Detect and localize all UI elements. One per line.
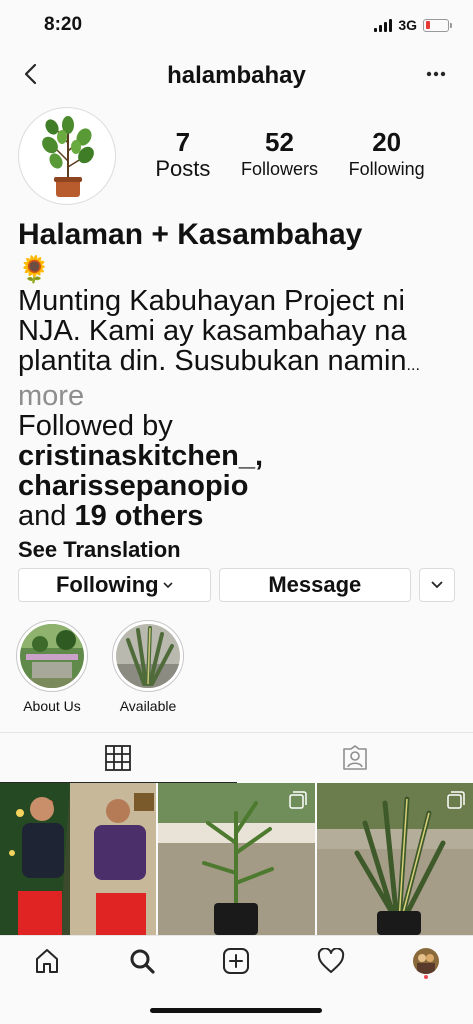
- bio-description: Munting Kabuhayan Project ni NJA. Kami a…: [18, 285, 407, 377]
- message-button-label: Message: [268, 572, 362, 597]
- bio-text: Munting Kabuhayan Project ni NJA. Kami a…: [18, 286, 458, 411]
- bio-more-link[interactable]: more: [18, 380, 84, 412]
- following-button[interactable]: Following: [18, 568, 211, 602]
- battery-fill: [425, 21, 430, 29]
- profile-bio: Halaman + Kasambahay 🌻 Munting Kabuhayan…: [18, 218, 458, 563]
- post-thumbnail[interactable]: [158, 783, 315, 935]
- chevron-down-icon: [431, 581, 443, 589]
- tagged-person-icon: [342, 744, 367, 770]
- add-post-icon: [223, 947, 250, 974]
- chevron-down-icon: [163, 581, 173, 588]
- status-time: 8:20: [44, 14, 83, 35]
- profile-header: halambahay: [0, 52, 473, 100]
- multiple-posts-icon: [288, 791, 307, 809]
- posts-grid: [0, 783, 473, 935]
- followed-by[interactable]: Followed by cristinaskitchen_, charissep…: [18, 411, 458, 531]
- post-thumbnail[interactable]: [0, 783, 157, 935]
- profile-avatar[interactable]: [18, 107, 116, 205]
- stat-posts[interactable]: 7 Posts: [155, 128, 210, 182]
- nav-new-post[interactable]: [216, 941, 256, 981]
- battery-icon: [423, 18, 452, 32]
- highlight-ring: [112, 620, 184, 692]
- highlight-label: Available: [119, 698, 177, 714]
- stat-following-label: Following: [348, 159, 425, 179]
- see-translation-link[interactable]: See Translation: [18, 537, 458, 563]
- tab-grid[interactable]: [0, 733, 237, 783]
- home-indicator: [150, 1008, 322, 1013]
- tab-tagged[interactable]: [237, 733, 473, 782]
- sunflower-emoji: 🌻: [18, 254, 51, 284]
- stat-following-count: 20: [372, 127, 402, 157]
- post-thumbnail[interactable]: [316, 783, 473, 935]
- bottom-navigation: [0, 935, 473, 985]
- search-icon: [130, 949, 155, 974]
- highlight-available[interactable]: Available: [110, 620, 186, 714]
- stat-followers-count: 52: [265, 127, 294, 157]
- highlight-about-us[interactable]: About Us: [14, 620, 90, 714]
- notification-dot: [423, 974, 428, 979]
- profile-stats: 7 Posts 52 Followers 20 Following: [140, 128, 440, 182]
- bio-ellipsis: ...: [406, 357, 420, 374]
- followed-users: cristinaskitchen_, charissepanopio: [18, 440, 263, 502]
- followed-by-prefix: Followed by: [18, 410, 173, 442]
- profile-tabs: [0, 732, 473, 783]
- highlight-cover-image: [116, 624, 180, 688]
- home-icon: [36, 948, 59, 973]
- profile-display-name: Halaman + Kasambahay: [18, 218, 363, 251]
- nav-search[interactable]: [122, 941, 162, 981]
- ellipsis-icon: [426, 71, 446, 77]
- highlight-label: About Us: [23, 698, 81, 714]
- stat-following[interactable]: 20 Following: [349, 128, 425, 182]
- potted-plant-image: [42, 116, 94, 197]
- multiple-posts-icon: [447, 791, 465, 809]
- nav-profile[interactable]: [406, 941, 446, 981]
- highlight-ring: [16, 620, 88, 692]
- following-button-label: Following: [55, 572, 159, 597]
- nav-home[interactable]: [27, 941, 67, 981]
- profile-thumbnail: [412, 947, 439, 974]
- heart-icon: [317, 947, 345, 973]
- grid-icon: [105, 744, 132, 771]
- network-label: 3G: [398, 17, 417, 33]
- story-highlights: About Us Available: [14, 620, 186, 714]
- status-icons: 3G: [374, 17, 452, 33]
- message-button[interactable]: Message: [218, 568, 412, 602]
- stat-followers-label: Followers: [240, 159, 318, 179]
- followed-and: and: [18, 500, 67, 532]
- status-bar: 8:20 3G: [0, 0, 473, 50]
- stat-posts-count: 7: [175, 127, 191, 157]
- stat-followers[interactable]: 52 Followers: [241, 128, 318, 182]
- followed-others: 19 others: [74, 500, 204, 532]
- highlight-cover-image: [20, 624, 84, 688]
- profile-username: halambahay: [167, 62, 306, 89]
- stat-posts-label: Posts: [155, 156, 211, 181]
- more-options-button[interactable]: [421, 62, 451, 86]
- signal-icon: [374, 18, 393, 32]
- profile-actions: Following Message: [18, 568, 456, 602]
- nav-activity[interactable]: [311, 941, 351, 981]
- suggested-dropdown-button[interactable]: [419, 568, 456, 602]
